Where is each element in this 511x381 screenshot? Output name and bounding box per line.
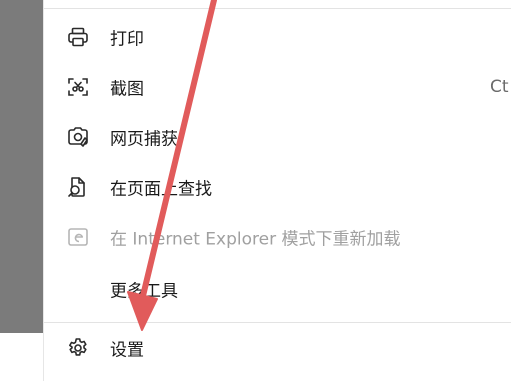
menu-divider-top — [44, 8, 511, 9]
ie-mode-icon — [64, 223, 92, 251]
menu-item-print[interactable]: 打印 — [44, 13, 511, 61]
menu-item-label: 截图 — [110, 79, 144, 100]
menu-item-settings[interactable]: 设置 — [44, 324, 511, 372]
menu-item-find-in-page[interactable]: 在页面上查找 — [44, 163, 511, 211]
menu-item-screenshot[interactable]: 截图 Ct — [44, 63, 511, 111]
find-in-page-icon — [64, 173, 92, 201]
menu-item-label: 设置 — [110, 340, 144, 361]
menu-item-label: 更多工具 — [110, 281, 178, 302]
menu-item-more-tools[interactable]: 更多工具 — [44, 265, 511, 313]
gear-icon — [64, 334, 92, 362]
menu-item-web-capture[interactable]: 网页捕获 — [44, 113, 511, 161]
menu-item-label: 在页面上查找 — [110, 179, 212, 200]
screenshot-icon — [64, 73, 92, 101]
printer-icon — [64, 23, 92, 51]
shortcut-hint: Ct — [490, 77, 509, 97]
menu-item-label: 打印 — [110, 29, 144, 50]
menu-item-label: 网页捕获 — [110, 129, 178, 150]
background-window-strip — [0, 0, 43, 333]
screenshot-stage: 打印 截图 Ct 网页捕获 在页面上查找 在 Internet Explorer… — [0, 0, 511, 381]
menu-item-label: 在 Internet Explorer 模式下重新加载 — [110, 229, 401, 250]
menu-item-reload-ie-mode[interactable]: 在 Internet Explorer 模式下重新加载 — [44, 213, 511, 261]
web-capture-icon — [64, 123, 92, 151]
menu-divider-bottom — [44, 322, 511, 323]
background-window-strip-bottom — [0, 333, 43, 381]
